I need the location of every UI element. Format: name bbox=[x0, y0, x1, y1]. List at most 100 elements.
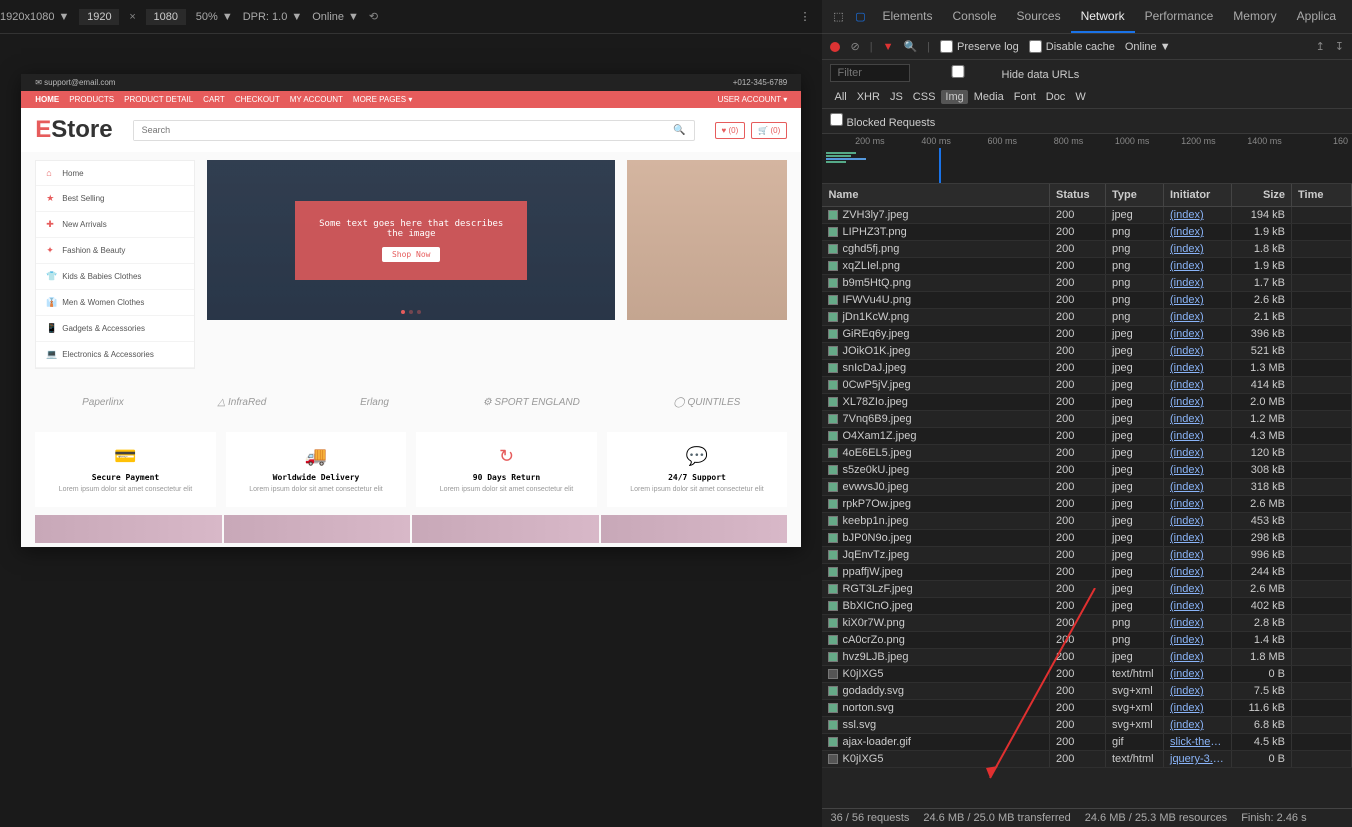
network-request-row[interactable]: rpkP7Ow.jpeg200jpeg(index)2.6 MB bbox=[822, 496, 1352, 513]
network-request-row[interactable]: jDn1KcW.png200png(index)2.1 kB bbox=[822, 309, 1352, 326]
element-picker-icon[interactable]: ⬚ bbox=[828, 7, 848, 27]
online-dropdown[interactable]: Online ▼ bbox=[1125, 41, 1171, 53]
disable-cache-checkbox[interactable]: Disable cache bbox=[1029, 40, 1115, 53]
device-toggle-icon[interactable]: ▢ bbox=[850, 7, 870, 27]
throttling-dropdown[interactable]: Online ▼ bbox=[312, 11, 359, 23]
network-request-row[interactable]: hvz9LJB.jpeg200jpeg(index)1.8 MB bbox=[822, 649, 1352, 666]
filter-chip-w[interactable]: W bbox=[1071, 90, 1089, 104]
network-request-row[interactable]: xqZLIel.png200png(index)1.9 kB bbox=[822, 258, 1352, 275]
cart-button[interactable]: 🛒 (0) bbox=[751, 122, 787, 139]
category-item[interactable]: 👔Men & Women Clothes bbox=[36, 290, 194, 316]
filter-chip-media[interactable]: Media bbox=[970, 90, 1008, 104]
network-request-row[interactable]: K0jIXG5200text/html(index)0 B bbox=[822, 666, 1352, 683]
devtools-tab-applica[interactable]: Applica bbox=[1287, 1, 1346, 33]
category-item[interactable]: ✦Fashion & Beauty bbox=[36, 238, 194, 264]
category-item[interactable]: 📱Gadgets & Accessories bbox=[36, 316, 194, 342]
category-item[interactable]: ★Best Selling bbox=[36, 186, 194, 212]
nav-item[interactable]: MORE PAGES ▾ bbox=[353, 95, 412, 104]
network-request-row[interactable]: LIPHZ3T.png200png(index)1.9 kB bbox=[822, 224, 1352, 241]
search-icon[interactable]: 🔍 bbox=[665, 121, 693, 140]
search-icon[interactable]: 🔍 bbox=[903, 40, 917, 53]
filter-chip-js[interactable]: JS bbox=[886, 90, 907, 104]
category-item[interactable]: ⌂Home bbox=[36, 161, 194, 186]
network-table-body[interactable]: ZVH3ly7.jpeg200jpeg(index)194 kBLIPHZ3T.… bbox=[822, 207, 1352, 808]
network-request-row[interactable]: b9m5HtQ.png200png(index)1.7 kB bbox=[822, 275, 1352, 292]
preserve-log-checkbox[interactable]: Preserve log bbox=[940, 40, 1019, 53]
nav-item[interactable]: PRODUCT DETAIL bbox=[124, 95, 193, 104]
filter-chip-xhr[interactable]: XHR bbox=[853, 90, 884, 104]
user-account-dropdown[interactable]: USER ACCOUNT ▾ bbox=[718, 95, 788, 104]
network-request-row[interactable]: XL78ZIo.jpeg200jpeg(index)2.0 MB bbox=[822, 394, 1352, 411]
nav-item[interactable]: HOME bbox=[35, 95, 59, 104]
slider-dots[interactable] bbox=[401, 310, 421, 314]
upload-icon[interactable]: ↥ bbox=[1316, 40, 1325, 53]
network-request-row[interactable]: GiREq6y.jpeg200jpeg(index)396 kB bbox=[822, 326, 1352, 343]
network-request-row[interactable]: s5ze0kU.jpeg200jpeg(index)308 kB bbox=[822, 462, 1352, 479]
network-request-row[interactable]: K0jIXG5200text/htmljquery-3.4.1....0 B bbox=[822, 751, 1352, 768]
devtools-tab-sources[interactable]: Sources bbox=[1007, 1, 1071, 33]
blocked-requests[interactable]: Blocked Requests bbox=[822, 109, 1352, 134]
filter-icon[interactable]: ▼ bbox=[883, 41, 894, 53]
support-phone[interactable]: +012-345-6789 bbox=[733, 78, 788, 87]
clear-icon[interactable]: ⊘ bbox=[850, 40, 859, 53]
search-input[interactable] bbox=[134, 121, 665, 140]
network-request-row[interactable]: 4oE6EL5.jpeg200jpeg(index)120 kB bbox=[822, 445, 1352, 462]
filter-chip-doc[interactable]: Doc bbox=[1042, 90, 1070, 104]
network-request-row[interactable]: keebp1n.jpeg200jpeg(index)453 kB bbox=[822, 513, 1352, 530]
network-request-row[interactable]: ZVH3ly7.jpeg200jpeg(index)194 kB bbox=[822, 207, 1352, 224]
hero-slider[interactable]: Some text goes here that describes the i… bbox=[207, 160, 615, 320]
network-request-row[interactable]: evwvsJ0.jpeg200jpeg(index)318 kB bbox=[822, 479, 1352, 496]
shop-now-button[interactable]: Shop Now bbox=[382, 247, 441, 262]
network-timeline[interactable]: 200 ms400 ms600 ms800 ms1000 ms1200 ms14… bbox=[822, 134, 1352, 184]
hide-urls-checkbox[interactable]: Hide data URLs bbox=[918, 65, 1079, 81]
width-input[interactable] bbox=[79, 9, 119, 25]
network-request-row[interactable]: cA0crZo.png200png(index)1.4 kB bbox=[822, 632, 1352, 649]
network-request-row[interactable]: kiX0r7W.png200png(index)2.8 kB bbox=[822, 615, 1352, 632]
filter-chip-img[interactable]: Img bbox=[941, 90, 967, 104]
category-item[interactable]: ✚New Arrivals bbox=[36, 212, 194, 238]
filter-input[interactable] bbox=[830, 64, 910, 82]
height-input[interactable] bbox=[146, 9, 186, 25]
network-table-header[interactable]: Name Status Type Initiator Size Time bbox=[822, 184, 1352, 207]
nav-item[interactable]: MY ACCOUNT bbox=[290, 95, 343, 104]
nav-item[interactable]: CHECKOUT bbox=[235, 95, 280, 104]
filter-chip-all[interactable]: All bbox=[830, 90, 850, 104]
devtools-tab-memory[interactable]: Memory bbox=[1223, 1, 1286, 33]
network-request-row[interactable]: 7Vnq6B9.jpeg200jpeg(index)1.2 MB bbox=[822, 411, 1352, 428]
support-email[interactable]: ✉ support@email.com bbox=[35, 78, 115, 87]
nav-item[interactable]: PRODUCTS bbox=[69, 95, 114, 104]
devtools-tab-console[interactable]: Console bbox=[943, 1, 1007, 33]
filter-chip-css[interactable]: CSS bbox=[909, 90, 940, 104]
devtools-tab-elements[interactable]: Elements bbox=[872, 1, 942, 33]
network-request-row[interactable]: JOikO1K.jpeg200jpeg(index)521 kB bbox=[822, 343, 1352, 360]
network-request-row[interactable]: godaddy.svg200svg+xml(index)7.5 kB bbox=[822, 683, 1352, 700]
zoom-dropdown[interactable]: 50% ▼ bbox=[196, 11, 233, 23]
category-item[interactable]: 👕Kids & Babies Clothes bbox=[36, 264, 194, 290]
devtools-tab-network[interactable]: Network bbox=[1071, 1, 1135, 33]
network-request-row[interactable]: O4Xam1Z.jpeg200jpeg(index)4.3 MB bbox=[822, 428, 1352, 445]
network-request-row[interactable]: cghd5fj.png200png(index)1.8 kB bbox=[822, 241, 1352, 258]
rotate-icon[interactable]: ⟲ bbox=[369, 10, 378, 23]
record-icon[interactable] bbox=[830, 42, 840, 52]
network-request-row[interactable]: norton.svg200svg+xml(index)11.6 kB bbox=[822, 700, 1352, 717]
network-request-row[interactable]: ppaffjW.jpeg200jpeg(index)244 kB bbox=[822, 564, 1352, 581]
network-request-row[interactable]: snIcDaJ.jpeg200jpeg(index)1.3 MB bbox=[822, 360, 1352, 377]
devtools-tab-performance[interactable]: Performance bbox=[1135, 1, 1224, 33]
device-preset-dropdown[interactable]: 1920x1080 ▼ bbox=[0, 11, 69, 23]
network-request-row[interactable]: JqEnvTz.jpeg200jpeg(index)996 kB bbox=[822, 547, 1352, 564]
side-banner[interactable] bbox=[627, 160, 787, 320]
filter-chip-font[interactable]: Font bbox=[1010, 90, 1040, 104]
kebab-menu-icon[interactable]: ⋮ bbox=[799, 10, 810, 23]
dpr-dropdown[interactable]: DPR: 1.0 ▼ bbox=[243, 11, 303, 23]
network-request-row[interactable]: BbXICnO.jpeg200jpeg(index)402 kB bbox=[822, 598, 1352, 615]
network-request-row[interactable]: RGT3LzF.jpeg200jpeg(index)2.6 MB bbox=[822, 581, 1352, 598]
logo[interactable]: EStore bbox=[35, 116, 112, 144]
category-item[interactable]: 💻Electronics & Accessories bbox=[36, 342, 194, 368]
network-request-row[interactable]: ajax-loader.gif200gifslick-theme....4.5 … bbox=[822, 734, 1352, 751]
network-request-row[interactable]: 0CwP5jV.jpeg200jpeg(index)414 kB bbox=[822, 377, 1352, 394]
wishlist-button[interactable]: ♥ (0) bbox=[715, 122, 746, 139]
network-request-row[interactable]: bJP0N9o.jpeg200jpeg(index)298 kB bbox=[822, 530, 1352, 547]
download-icon[interactable]: ↧ bbox=[1335, 40, 1344, 53]
network-request-row[interactable]: ssl.svg200svg+xml(index)6.8 kB bbox=[822, 717, 1352, 734]
network-request-row[interactable]: IFWVu4U.png200png(index)2.6 kB bbox=[822, 292, 1352, 309]
